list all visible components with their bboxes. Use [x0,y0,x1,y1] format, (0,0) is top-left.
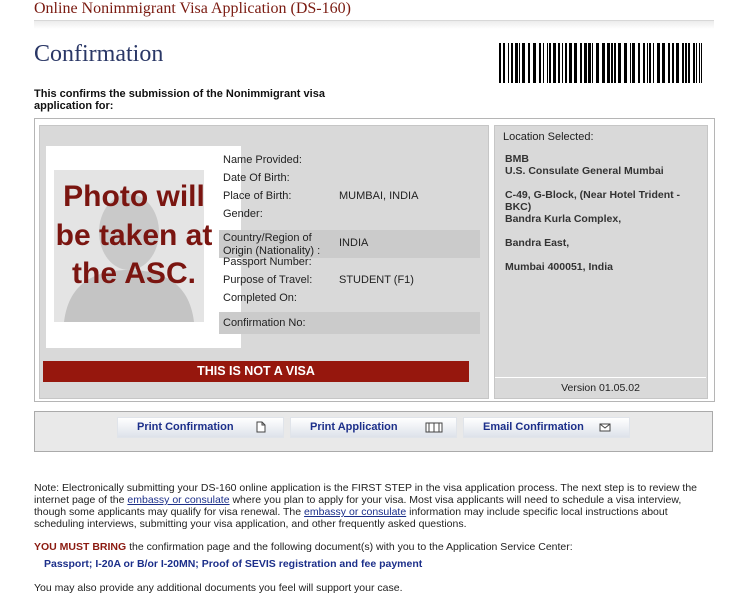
applicant-row: Gender: [219,208,480,222]
applicant-row: Name Provided: [219,154,480,168]
applicant-field-label: Name Provided: [223,154,302,166]
note-paragraph: Note: Electronically submitting your DS-… [34,482,714,530]
location-name: U.S. Consulate General Mumbai [505,165,664,177]
print-application-button[interactable]: Print Application [290,417,457,438]
applicant-field-value: INDIA [339,237,369,249]
applicant-field-label: Country/Region of Origin (Nationality) : [223,232,321,257]
applicant-row: Date Of Birth: [219,172,480,186]
intro-text: This confirms the submission of the Noni… [34,88,325,112]
embassy-link[interactable]: embassy or consulate [304,506,406,518]
not-a-visa-banner: THIS IS NOT A VISA [43,361,469,382]
embassy-link[interactable]: embassy or consulate [127,494,229,506]
app-title-bar: Online Nonimmigrant Visa Application (DS… [34,0,714,21]
location-address-line: Bandra Kurla Complex, [505,213,622,225]
location-address-line: C-49, G-Block, (Near Hotel Trident - [505,189,681,201]
applicant-field-label: Completed On: [223,292,297,304]
app-title: Online Nonimmigrant Visa Application (DS… [34,0,351,17]
required-documents: Passport; I-20A or B/or I-20MN; Proof of… [44,558,423,570]
must-bring-emphasis: YOU MUST BRING [34,541,127,553]
email-confirmation-label: Email Confirmation [483,421,584,433]
location-address-line: Mumbai 400051, India [505,261,613,273]
applicant-row: Purpose of Travel: STUDENT (F1) [219,274,480,288]
print-confirmation-button[interactable]: Print Confirmation [117,417,284,438]
applicant-field-label: Gender: [223,208,263,220]
applicant-row: Passport Number: [219,256,480,270]
print-application-label: Print Application [310,421,398,433]
location-code: BMB [505,153,529,165]
page-title: Confirmation [34,41,164,67]
applicant-row: Country/Region of Origin (Nationality) :… [219,230,480,258]
must-bring-line: YOU MUST BRING the confirmation page and… [34,541,573,553]
location-address-line: BKC) [505,201,532,213]
must-bring-text: the confirmation page and the following … [126,541,573,553]
applicant-row: Place of Birth: MUMBAI, INDIA [219,190,480,204]
applicant-row: Confirmation No: [219,312,480,334]
envelope-icon [599,423,611,432]
document-icon [256,421,266,433]
location-address-line: Bandra East, [505,237,570,249]
applicant-field-label: Place of Birth: [223,190,292,202]
title-divider [34,21,714,29]
barcode [499,43,702,83]
photo-placeholder: Photo will be taken at the ASC. [46,146,241,348]
applicant-field-value: MUMBAI, INDIA [339,190,419,202]
applicant-field-label: Date Of Birth: [223,172,290,184]
applicant-field-label: Passport Number: [223,256,312,268]
applicant-field-label: Confirmation No: [223,317,306,329]
print-confirmation-label: Print Confirmation [137,421,234,433]
email-confirmation-button[interactable]: Email Confirmation [463,417,630,438]
version-label: Version 01.05.02 [495,377,706,398]
applicant-field-value: STUDENT (F1) [339,274,414,286]
applicant-row: Completed On: [219,292,480,306]
applicant-field-label: Purpose of Travel: [223,274,313,286]
location-label: Location Selected: [503,131,594,143]
documents-icon [425,422,443,433]
photo-notice: Photo will be taken at the ASC. [55,180,213,290]
additional-documents-note: You may also provide any additional docu… [34,582,403,594]
